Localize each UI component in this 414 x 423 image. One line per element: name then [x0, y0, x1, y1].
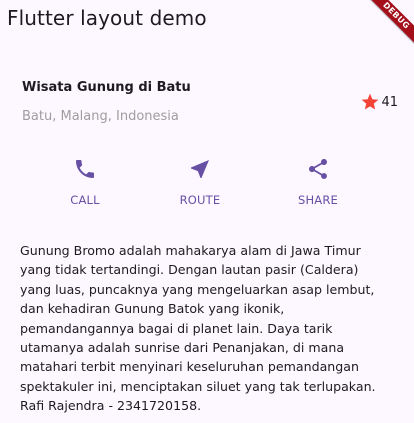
- share-icon: [309, 159, 327, 179]
- phone-icon: [76, 160, 94, 178]
- app-bar: Flutter layout demo: [0, 0, 414, 40]
- rating: 41: [360, 92, 398, 112]
- app-title: Flutter layout demo: [7, 6, 207, 30]
- route-label: ROUTE: [179, 193, 221, 207]
- description-text: Gunung Bromo adalah mahakarya alam di Ja…: [20, 243, 376, 414]
- call-button[interactable]: CALL: [45, 157, 125, 207]
- button-row: CALL ROUTE SHARE: [0, 157, 414, 211]
- place-location: Batu, Malang, Indonesia: [22, 109, 179, 124]
- share-label: SHARE: [297, 193, 339, 207]
- rating-count: 41: [381, 94, 398, 110]
- place-name: Wisata Gunung di Batu: [22, 80, 191, 95]
- navigation-icon: [191, 160, 209, 178]
- route-button[interactable]: ROUTE: [160, 157, 240, 207]
- share-button[interactable]: SHARE: [278, 157, 358, 207]
- title-section: Wisata Gunung di Batu Batu, Malang, Indo…: [22, 80, 398, 130]
- call-label: CALL: [70, 193, 100, 207]
- star-icon: [362, 93, 379, 110]
